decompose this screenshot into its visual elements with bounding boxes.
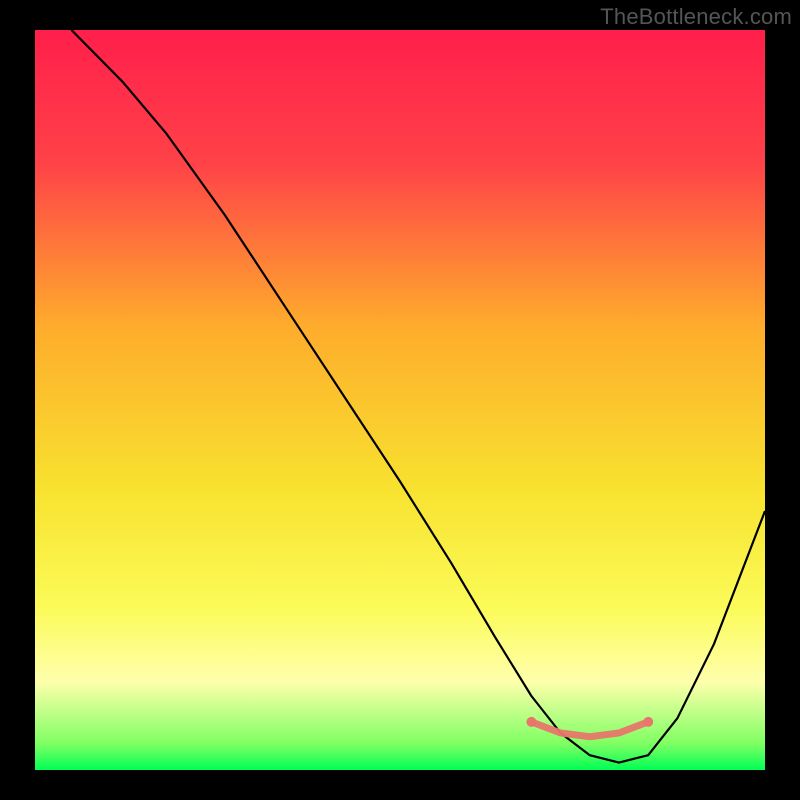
plot-area — [35, 30, 765, 770]
chart-svg — [35, 30, 765, 770]
gradient-background — [35, 30, 765, 770]
chart-frame: TheBottleneck.com — [0, 0, 800, 800]
watermark-text: TheBottleneck.com — [600, 4, 792, 30]
